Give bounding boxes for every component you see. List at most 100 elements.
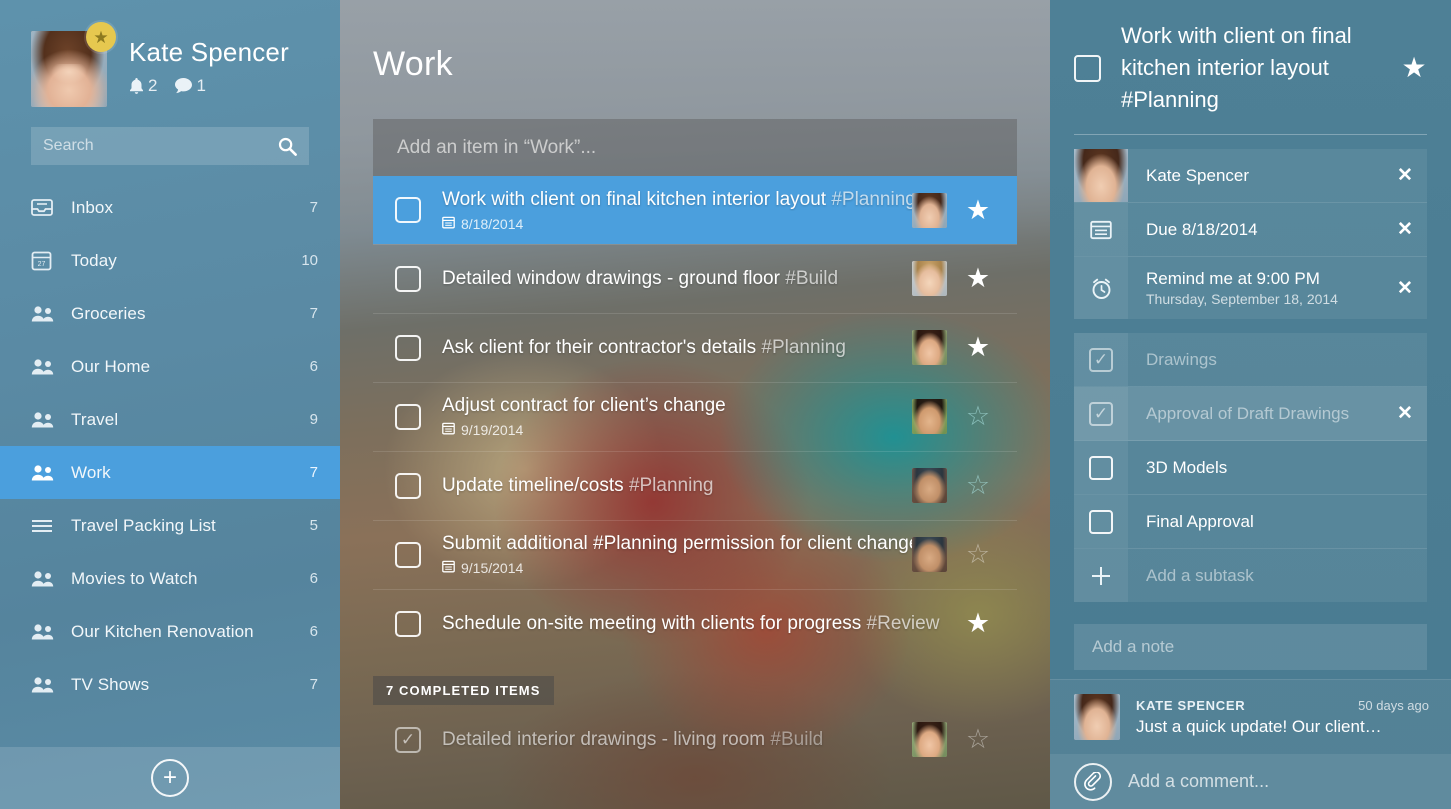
add-comment-placeholder[interactable]: Add a comment... <box>1128 771 1269 792</box>
detail-task-checkbox[interactable] <box>1074 54 1101 82</box>
subtask-checkbox-checked[interactable]: ✓ <box>1074 333 1128 386</box>
sidebar-item-label: Today <box>71 250 117 270</box>
task-star-icon[interactable]: ☆ <box>961 472 995 499</box>
remove-subtask-icon[interactable]: ✕ <box>1383 402 1427 425</box>
task-title: Adjust contract for client’s change <box>442 395 726 416</box>
add-subtask-row[interactable]: Add a subtask <box>1074 549 1427 602</box>
subtask-row[interactable]: Final Approval <box>1074 495 1427 549</box>
sidebar-item-our-kitchen-renovation[interactable]: Our Kitchen Renovation 6 <box>0 605 340 658</box>
task-assignee-avatar[interactable] <box>912 192 947 228</box>
task-assignee-avatar[interactable] <box>912 261 947 296</box>
search-input[interactable] <box>43 137 278 155</box>
task-star-icon[interactable]: ★ <box>961 610 995 637</box>
task-assignee-avatar[interactable] <box>912 468 947 503</box>
remove-reminder-icon[interactable]: ✕ <box>1383 277 1427 300</box>
task-checkbox[interactable] <box>395 541 421 568</box>
add-note-field[interactable]: Add a note <box>1074 624 1427 670</box>
task-row[interactable]: Ask client for their contractor's detail… <box>373 313 1017 382</box>
task-actions: ★ <box>912 330 1017 365</box>
task-assignee-avatar[interactable] <box>912 330 947 365</box>
task-star-icon[interactable]: ☆ <box>961 726 995 753</box>
task-row[interactable]: Work with client on final kitchen interi… <box>373 176 1017 244</box>
task-row[interactable]: Update timeline/costs #Planning ☆ <box>373 451 1017 520</box>
detail-subtask-group: ✓ Drawings ✓ Approval of Draft Drawings … <box>1074 333 1427 602</box>
sidebar-item-movies-to-watch[interactable]: Movies to Watch 6 <box>0 552 340 605</box>
add-item-input[interactable] <box>397 136 993 159</box>
task-actions: ☆ <box>912 722 1017 757</box>
main-panel: Work Work with client on final kitchen i… <box>340 0 1050 809</box>
add-comment-bar[interactable]: Add a comment... <box>1050 754 1451 809</box>
sidebar-item-work[interactable]: Work 7 <box>0 446 340 499</box>
completed-section-header[interactable]: 7 COMPLETED ITEMS <box>373 676 554 705</box>
task-actions: ☆ <box>912 399 1017 434</box>
plus-icon[interactable] <box>1074 549 1128 602</box>
task-row[interactable]: Adjust contract for client’s change 9/19… <box>373 382 1017 451</box>
task-checkbox[interactable] <box>395 197 421 223</box>
task-assignee-avatar[interactable] <box>912 537 947 572</box>
attachment-icon[interactable] <box>1074 762 1112 801</box>
task-row[interactable]: Submit additional #Planning permission f… <box>373 520 1017 589</box>
remove-due-date-icon[interactable]: ✕ <box>1383 218 1427 241</box>
add-list-bar[interactable]: + <box>0 747 340 809</box>
task-checkbox[interactable] <box>395 334 421 361</box>
subtask-checkbox[interactable] <box>1074 441 1128 494</box>
detail-reminder-row[interactable]: Remind me at 9:00 PM Thursday, September… <box>1074 257 1427 319</box>
task-row-completed[interactable]: ✓ Detailed interior drawings - living ro… <box>373 705 1017 774</box>
task-checkbox[interactable] <box>395 472 421 499</box>
task-due-date: 9/19/2014 <box>461 422 524 438</box>
task-star-icon[interactable]: ★ <box>961 334 995 361</box>
task-assignee-avatar[interactable] <box>912 722 947 757</box>
task-checkbox-checked[interactable]: ✓ <box>395 726 421 753</box>
task-tag: #Planning <box>628 474 714 496</box>
user-profile[interactable]: ★ Kate Spencer 2 1 <box>0 0 340 107</box>
subtask-row[interactable]: 3D Models <box>1074 441 1427 495</box>
sidebar-item-travel[interactable]: Travel 9 <box>0 393 340 446</box>
sidebar-item-travel-packing-list[interactable]: Travel Packing List 5 <box>0 499 340 552</box>
sidebar-list: Inbox 7 27 Today 10 Groceries 7 Our Home… <box>0 181 340 711</box>
sidebar-item-count: 5 <box>309 517 318 534</box>
sidebar-item-count: 7 <box>309 464 318 481</box>
detail-star-icon[interactable]: ★ <box>1399 54 1429 82</box>
inbox-icon <box>31 198 71 217</box>
task-checkbox[interactable] <box>395 610 421 637</box>
sidebar-item-inbox[interactable]: Inbox 7 <box>0 181 340 234</box>
task-star-icon[interactable]: ★ <box>961 265 995 292</box>
task-title: Detailed interior drawings - living room… <box>442 728 824 750</box>
comment-item[interactable]: KATE SPENCER 50 days ago Just a quick up… <box>1050 679 1451 754</box>
sidebar-item-label: Movies to Watch <box>71 568 198 588</box>
detail-header: Work with client on final kitchen interi… <box>1050 0 1451 116</box>
notifications-badge[interactable]: 2 <box>129 76 157 96</box>
task-checkbox[interactable] <box>395 403 421 430</box>
task-star-icon[interactable]: ★ <box>961 196 995 224</box>
task-star-icon[interactable]: ☆ <box>961 403 995 430</box>
subtask-checkbox[interactable] <box>1074 495 1128 548</box>
task-title: Update timeline/costs #Planning <box>442 474 714 496</box>
task-content: Work with client on final kitchen interi… <box>442 189 912 232</box>
app-window: ★ Kate Spencer 2 1 Search Inbox 7 27 Tod… <box>0 0 1451 809</box>
sidebar-item-groceries[interactable]: Groceries 7 <box>0 287 340 340</box>
user-badges: 2 1 <box>129 76 289 96</box>
detail-due-date-row[interactable]: Due 8/18/2014 ✕ <box>1074 203 1427 257</box>
avatar[interactable]: ★ <box>31 22 116 107</box>
task-star-icon[interactable]: ☆ <box>961 541 995 568</box>
detail-assignee-row[interactable]: Kate Spencer ✕ <box>1074 149 1427 203</box>
task-checkbox[interactable] <box>395 265 421 292</box>
subtask-row[interactable]: ✓ Drawings <box>1074 333 1427 387</box>
subtask-row[interactable]: ✓ Approval of Draft Drawings ✕ <box>1074 387 1427 441</box>
messages-badge[interactable]: 1 <box>175 76 206 96</box>
subtask-checkbox-checked[interactable]: ✓ <box>1074 387 1128 440</box>
subtask-label: Drawings <box>1146 349 1217 369</box>
search-icon[interactable] <box>278 137 297 156</box>
task-row[interactable]: Detailed window drawings - ground floor … <box>373 244 1017 313</box>
add-item-field[interactable] <box>373 119 1017 176</box>
search-box[interactable] <box>31 127 309 165</box>
sidebar-item-today[interactable]: 27 Today 10 <box>0 234 340 287</box>
task-assignee-avatar[interactable] <box>912 399 947 434</box>
calendar-icon <box>1074 203 1128 256</box>
task-content: Detailed window drawings - ground floor … <box>442 268 912 290</box>
task-row[interactable]: Schedule on-site meeting with clients fo… <box>373 589 1017 658</box>
sidebar-item-tv-shows[interactable]: TV Shows 7 <box>0 658 340 711</box>
remove-assignee-icon[interactable]: ✕ <box>1383 164 1427 187</box>
sidebar-item-our-home[interactable]: Our Home 6 <box>0 340 340 393</box>
plus-icon[interactable]: + <box>151 759 189 797</box>
